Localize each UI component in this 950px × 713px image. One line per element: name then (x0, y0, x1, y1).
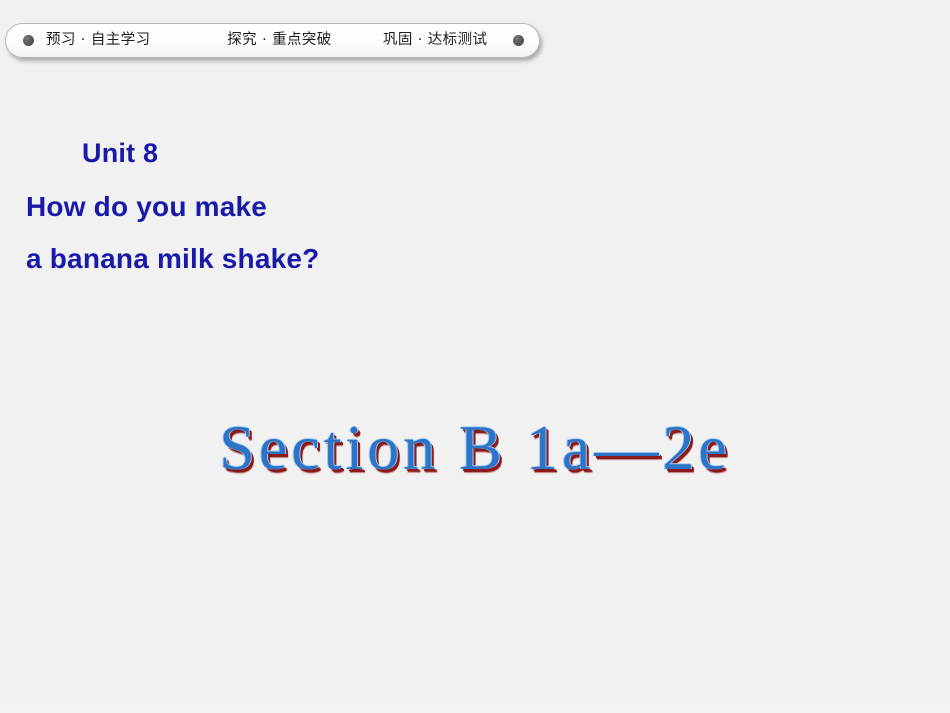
section-title-area: Section B 1a—2e (0, 414, 950, 481)
unit-heading-block: Unit 8 How do you make a banana milk sha… (0, 140, 600, 273)
lesson-stage-navbar[interactable]: 预习 · 自主学习 探究 · 重点突破 巩固 · 达标测试 (5, 23, 540, 58)
slide-canvas: 预习 · 自主学习 探究 · 重点突破 巩固 · 达标测试 Unit 8 How… (0, 0, 950, 713)
unit-number-title: Unit 8 (82, 138, 159, 168)
unit-question-line-1: How do you make (26, 191, 268, 222)
navbar-item-list: 预习 · 自主学习 探究 · 重点突破 巩固 · 达标测试 (34, 24, 513, 57)
bullet-dot-icon-left (23, 35, 34, 46)
nav-item-preview[interactable]: 预习 · 自主学习 (34, 33, 202, 48)
nav-item-consolidate[interactable]: 巩固 · 达标测试 (357, 33, 513, 48)
bullet-dot-icon-right (513, 35, 524, 46)
slide-bottom-strip (0, 707, 950, 713)
section-wordart-title: Section B 1a—2e (219, 412, 731, 483)
nav-item-explore[interactable]: 探究 · 重点突破 (202, 33, 358, 48)
unit-question-line-2: a banana milk shake? (26, 243, 320, 274)
